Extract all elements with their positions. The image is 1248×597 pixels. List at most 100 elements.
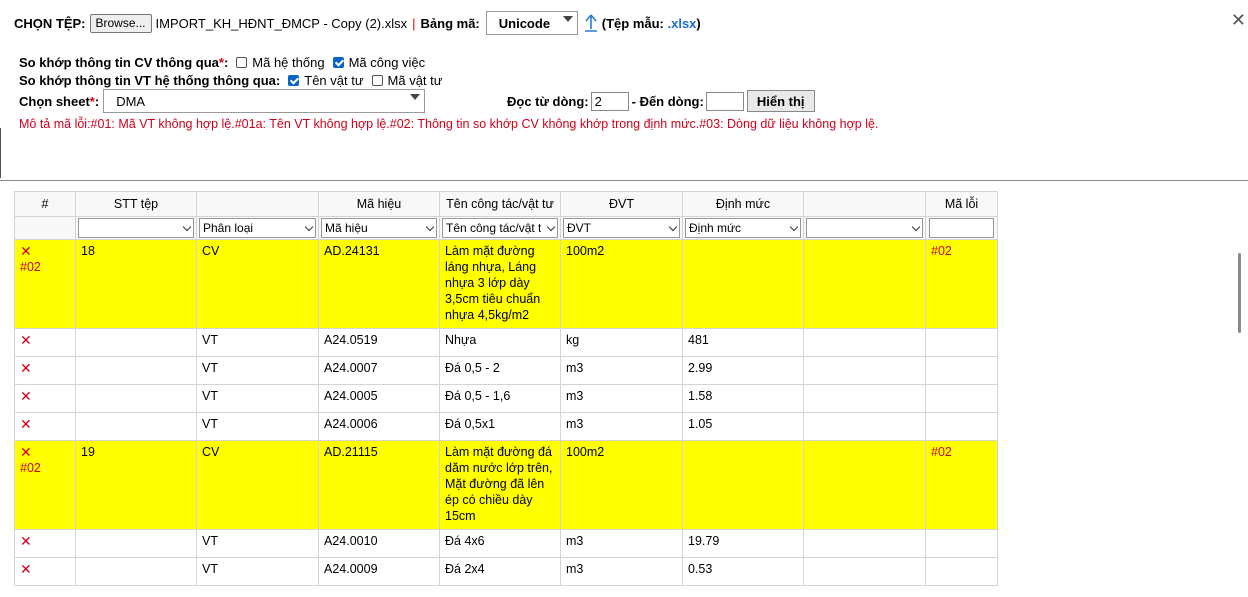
cell-type: VT [196,356,319,385]
table-row[interactable]: ✕ #02 19 CV AD.21115 Làm mặt đường đá dăm… [14,440,998,530]
cell-name: Đá 4x6 [439,529,561,558]
to-row-input[interactable] [705,91,744,111]
header-type [196,191,319,217]
cell-norm: 1.05 [682,412,804,441]
header-error: Mã lỗi [925,191,998,217]
option-ten-vat-tu: Tên vật tư [304,73,364,88]
cell-code: A24.0519 [318,328,440,357]
cell-unit: m3 [560,557,683,586]
checkbox-ten-vat-tu[interactable] [288,75,300,86]
cell-name: Đá 0,5 - 2 [439,356,561,385]
delete-row-icon[interactable]: ✕ [20,533,70,549]
checkbox-ma-vat-tu[interactable] [371,75,383,86]
filter-extra[interactable] [803,216,926,240]
close-icon[interactable]: ✕ [1231,10,1246,31]
cell-extra [803,412,926,441]
table-row[interactable]: ✕ VT A24.0009 Đá 2x4 m3 0.53 [14,557,998,586]
filter-code[interactable]: Mã hiệu [318,216,440,240]
table-row[interactable]: ✕ VT A24.0005 Đá 0,5 - 1,6 m3 1.58 [14,384,998,413]
colon: : [223,55,229,70]
sheet-row: Chọn sheet *: DMA [19,89,426,113]
sheet-value: DMA [116,93,146,109]
delete-row-icon[interactable]: ✕ [20,416,70,432]
cell-norm: 19.79 [682,529,804,558]
cell-name: Làm mặt đường láng nhựa, Láng nhựa 3 lớp… [439,239,561,329]
checkbox-ma-cong-viec[interactable] [332,57,344,68]
delete-row-icon[interactable]: ✕ [20,388,70,404]
delete-row-icon[interactable]: ✕ [20,243,70,259]
cell-stt [75,328,197,357]
filter-empty [14,216,76,240]
delete-row-icon[interactable]: ✕ [20,444,70,460]
cell-norm: 0.53 [682,557,804,586]
delete-row-icon[interactable]: ✕ [20,360,70,376]
filter-norm[interactable]: Định mức [682,216,804,240]
table-row[interactable]: ✕ VT A24.0519 Nhựa kg 481 [14,328,998,357]
table-row[interactable]: ✕ VT A24.0010 Đá 4x6 m3 19.79 [14,529,998,558]
cell-extra [803,239,926,329]
cell-norm: 2.99 [682,356,804,385]
option-ma-he-thong: Mã hệ thống [252,55,325,70]
filter-stt[interactable] [75,216,197,240]
match-vt-row: So khớp thông tin VT hệ thống thông qua:… [19,73,442,88]
show-button[interactable]: Hiển thị [746,90,815,112]
filter-type[interactable]: Phân loại [196,216,319,240]
cell-unit: 100m2 [560,440,683,530]
cell-code: A24.0007 [318,356,440,385]
cell-unit: m3 [560,529,683,558]
cell-stt: 19 [75,440,197,530]
cell-stt: 18 [75,239,197,329]
cell-extra [803,328,926,357]
delete-row-icon[interactable]: ✕ [20,561,70,577]
separator: | [412,15,416,31]
from-row-input[interactable]: 2 [590,91,629,111]
cell-name: Đá 0,5x1 [439,412,561,441]
cell-name: Đá 0,5 - 1,6 [439,384,561,413]
filter-name[interactable]: Tên công tác/vật tư [439,216,561,240]
encoding-select[interactable]: Unicode [485,11,578,35]
browse-button[interactable]: Browse... [89,13,152,33]
header-name: Tên công tác/vật tư [439,191,561,217]
header-stt: STT tệp [75,191,197,217]
error-description: Mô tả mã lỗi:#01: Mã VT không hợp lệ.#01… [19,117,879,131]
table-row[interactable]: ✕ VT A24.0006 Đá 0,5x1 m3 1.05 [14,412,998,441]
cell-stt [75,557,197,586]
file-name: IMPORT_KH_HĐNT_ĐMCP - Copy (2).xlsx [155,15,408,31]
upload-icon[interactable] [584,13,598,33]
cell-error [925,328,998,357]
cell-error: #02 [925,239,998,329]
cell-unit: m3 [560,412,683,441]
cell-norm [682,239,804,329]
import-panel: CHỌN TỆP: Browse... IMPORT_KH_HĐNT_ĐMCP … [0,0,1248,181]
cell-extra [803,557,926,586]
option-ma-vat-tu: Mã vật tư [387,73,443,88]
cell-extra [803,529,926,558]
colon: : [94,93,100,109]
table-row[interactable]: ✕ VT A24.0007 Đá 0,5 - 2 m3 2.99 [14,356,998,385]
cell-extra [803,356,926,385]
divider [0,128,1,178]
filter-error[interactable] [925,216,998,240]
cell-stt [75,384,197,413]
vertical-scrollbar[interactable] [1238,253,1241,333]
delete-row-icon[interactable]: ✕ [20,332,70,348]
cell-stt [75,529,197,558]
header-extra [803,191,926,217]
filter-unit[interactable]: ĐVT [560,216,683,240]
table-row[interactable]: ✕ #02 18 CV AD.24131 Làm mặt đường láng n… [14,239,998,329]
sheet-select[interactable]: DMA [103,89,426,113]
cell-error [925,557,998,586]
cell-name: Làm mặt đường đá dăm nước lớp trên, Mặt … [439,440,561,530]
checkbox-ma-he-thong[interactable] [236,57,248,68]
template-link[interactable]: (Tệp mẫu: .xlsx) [602,16,701,31]
cell-code: AD.21115 [318,440,440,530]
cell-unit: kg [560,328,683,357]
cell-norm: 1.58 [682,384,804,413]
cell-type: VT [196,384,319,413]
header-unit: ĐVT [560,191,683,217]
cell-unit: m3 [560,356,683,385]
match-vt-label: So khớp thông tin VT hệ thống thông qua: [19,73,281,88]
to-label: - Đến dòng: [631,93,704,109]
cell-type: VT [196,328,319,357]
sheet-label: Chọn sheet [19,93,90,109]
